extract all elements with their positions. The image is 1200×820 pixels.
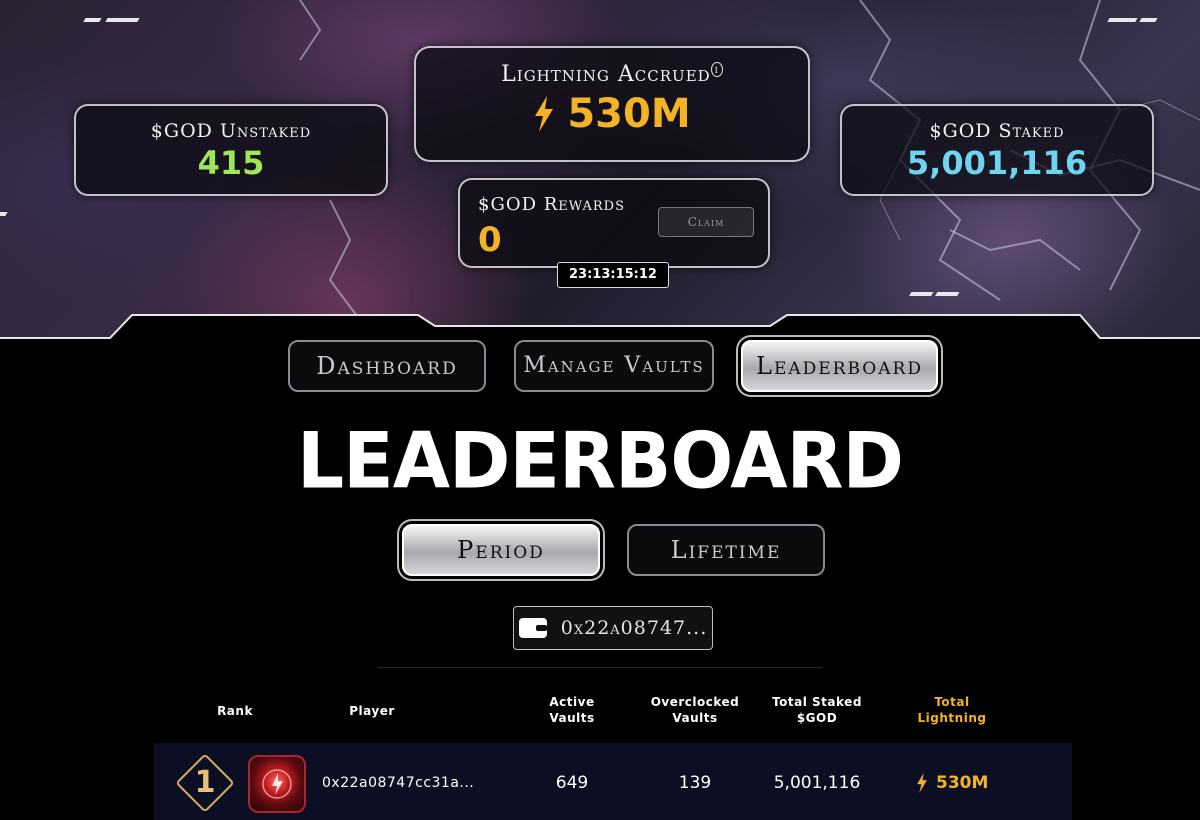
- page-title: LEADERBOARD: [297, 415, 904, 507]
- header-overclocked-vaults: Overclocked Vaults: [650, 695, 740, 725]
- tab-lifetime[interactable]: Lifetime: [627, 524, 825, 576]
- hero-divider: [0, 314, 1200, 340]
- lightning-bolt-icon: [535, 96, 554, 132]
- god-unstaked-panel: $GOD Unstaked 415: [74, 104, 388, 196]
- header-total-lightning: Total Lightning: [917, 695, 987, 725]
- overclocked-vaults-value: 139: [678, 773, 712, 793]
- active-vaults-value: 649: [555, 773, 589, 793]
- wallet-icon: [518, 618, 547, 638]
- total-lightning-value: 530M: [936, 773, 989, 793]
- wallet-address: 0x22a08747...: [560, 617, 708, 639]
- rank-number: 1: [194, 765, 216, 800]
- countdown-timer: 23:13:15:12: [557, 262, 669, 288]
- god-staked-value: 5,001,116: [906, 144, 1088, 182]
- tab-period[interactable]: Period: [402, 524, 600, 576]
- lightning-accrued-panel: Lightning Accrued i 530M: [414, 46, 810, 162]
- vault-avatar-icon: [262, 769, 292, 799]
- header-active-vaults: Active Vaults: [549, 695, 595, 725]
- header-player: Player: [349, 704, 395, 718]
- tab-leaderboard[interactable]: Leaderboard: [741, 340, 938, 392]
- god-staked-label: $GOD Staked: [929, 120, 1065, 142]
- lightning-accrued-value: 530M: [567, 91, 691, 137]
- god-rewards-label: $GOD Rewards: [478, 194, 626, 215]
- header-total-staked: Total Staked $GOD: [772, 695, 862, 725]
- god-unstaked-label: $GOD Unstaked: [150, 120, 312, 142]
- god-staked-panel: $GOD Staked 5,001,116: [840, 104, 1154, 196]
- tab-manage-vaults[interactable]: Manage Vaults: [514, 340, 714, 392]
- god-rewards-panel: $GOD Rewards 0 Claim: [458, 178, 770, 268]
- divider: [378, 667, 822, 668]
- total-lightning-cell: 530M: [916, 773, 996, 793]
- wallet-button[interactable]: 0x22a08747...: [513, 606, 713, 650]
- tab-dashboard[interactable]: Dashboard: [288, 340, 486, 392]
- header-rank: Rank: [217, 704, 253, 718]
- lightning-bolt-icon: [917, 773, 927, 793]
- god-rewards-value: 0: [478, 220, 502, 260]
- total-staked-value: 5,001,116: [773, 773, 861, 793]
- info-icon[interactable]: i: [710, 61, 723, 77]
- lightning-accrued-label: Lightning Accrued: [501, 62, 711, 87]
- avatar: [248, 755, 306, 813]
- player-address[interactable]: 0x22a08747cc31a...: [322, 775, 474, 791]
- claim-button[interactable]: Claim: [658, 207, 754, 237]
- table-row[interactable]: 1 0x22a08747cc31a... 649 139 5,001,116 5…: [154, 743, 1072, 820]
- god-unstaked-value: 415: [197, 144, 265, 182]
